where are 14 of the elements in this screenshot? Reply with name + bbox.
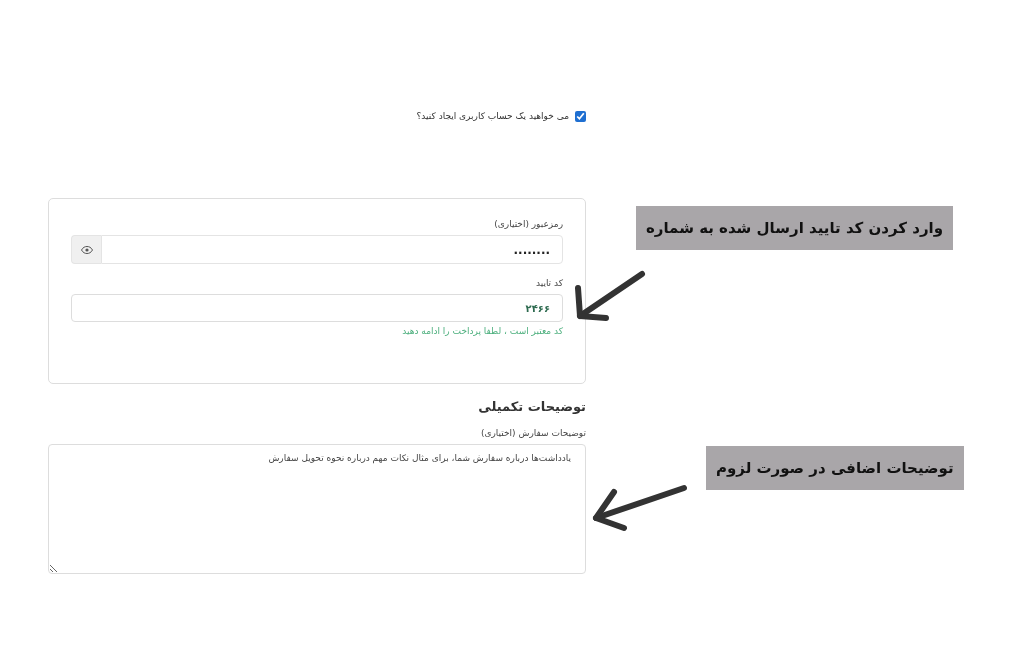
field-label: رمزعبور (اختیاری) [493, 219, 563, 229]
show-password-button[interactable] [71, 235, 101, 264]
eye-icon [80, 245, 93, 254]
success-message: کد معتبر است ، لطفا پرداخت را ادامه دهید [401, 326, 563, 336]
callout-label: توضیحات اضافی در صورت لزوم [706, 446, 964, 490]
code-field[interactable]: ۲۴۶۶ [71, 294, 563, 322]
callout-label: وارد کردن کد تایید ارسال شده به شماره [636, 206, 954, 250]
password-field[interactable]: ........ [101, 235, 563, 264]
field-label: توضیحات سفارش (اختیاری) [479, 428, 586, 438]
section-heading: توضیحات تکمیلی [477, 399, 586, 414]
account-checkbox[interactable] [575, 110, 586, 122]
checkbox-label: می خواهید یک حساب کاربری ایجاد کنید؟ [416, 111, 569, 121]
notes-field[interactable]: یادداشت‌ها درباره سفارش شما، برای مثال نکات مهم درباره نحوه تحویل سفارش [48, 444, 586, 574]
field-label: کد تایید [534, 278, 563, 288]
